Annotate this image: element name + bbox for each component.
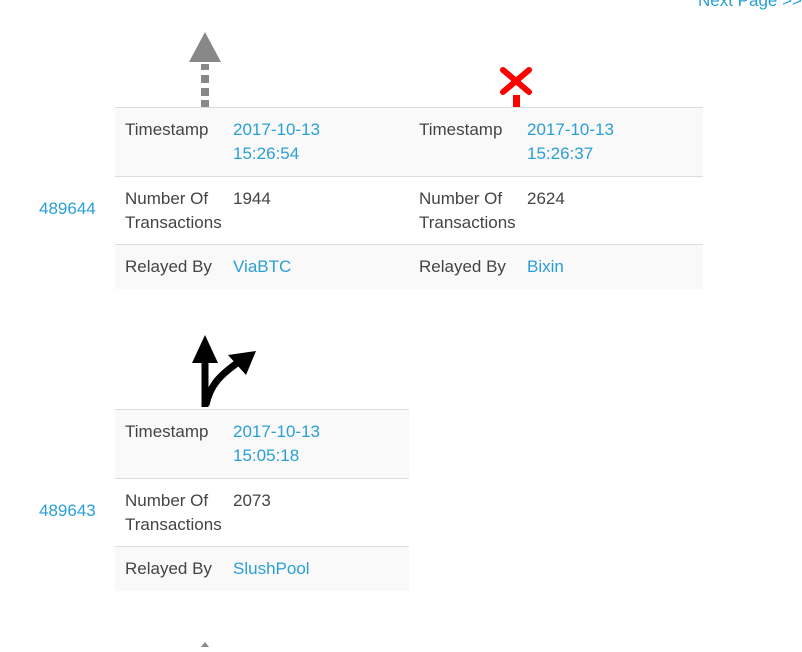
next-page-link[interactable]: Next Page >> [698,0,802,11]
relayed-by-label: Relayed By [125,559,212,578]
relayed-by-link[interactable]: SlushPool [233,559,310,578]
relayed-by-row: Relayed By SlushPool [115,546,409,591]
transactions-row: Number Of Transactions 1944 Number Of Tran… [115,177,703,245]
transactions-label: Number Of Transactions [125,491,222,534]
relayed-by-value: SlushPool [233,547,409,591]
transactions-row: Number Of Transactions 2073 [115,479,409,547]
relayed-by-value: Bixin [527,245,703,289]
transactions-label: Number Of Transactions [125,189,222,232]
relayed-by-link[interactable]: ViaBTC [233,257,291,276]
partial-arrow-icon [201,632,209,647]
gray-dashed-up-arrow-icon [187,30,223,108]
timestamp-row: Timestamp 2017-10-13 15:05:18 [115,409,409,479]
timestamp-value: 2017-10-13 15:26:54 [233,108,409,177]
transactions-label: Number Of Transactions [418,189,516,232]
timestamp-value: 2017-10-13 15:05:18 [233,410,409,479]
timestamp-link[interactable]: 2017-10-13 15:05:18 [233,422,320,465]
relayed-by-link[interactable]: Bixin [527,257,564,276]
timestamp-label: Timestamp [125,422,209,441]
timestamp-label: Timestamp [418,120,503,139]
block-branches-table: Timestamp 2017-10-13 15:26:54 Timestamp 2… [115,107,703,289]
transactions-value: 2624 [527,189,565,208]
transactions-value: 2073 [233,491,271,510]
timestamp-value: 2017-10-13 15:26:37 [527,108,703,177]
relayed-by-row: Relayed By ViaBTC Relayed By Bixin [115,244,703,289]
black-fork-arrow-icon [188,333,260,409]
transactions-value: 1944 [233,189,271,208]
timestamp-label: Timestamp [125,120,209,139]
block-height-link[interactable]: 489643 [39,501,96,521]
relayed-by-label: Relayed By [418,257,506,276]
block-height-link[interactable]: 489644 [39,199,96,219]
relayed-by-value: ViaBTC [233,245,409,289]
timestamp-link[interactable]: 2017-10-13 15:26:54 [233,120,320,163]
timestamp-row: Timestamp 2017-10-13 15:26:54 Timestamp 2… [115,107,703,177]
block-branches-table: Timestamp 2017-10-13 15:05:18 Number Of Tr… [115,409,409,591]
red-cross-icon [499,66,535,108]
relayed-by-label: Relayed By [125,257,212,276]
timestamp-link[interactable]: 2017-10-13 15:26:37 [527,120,614,163]
